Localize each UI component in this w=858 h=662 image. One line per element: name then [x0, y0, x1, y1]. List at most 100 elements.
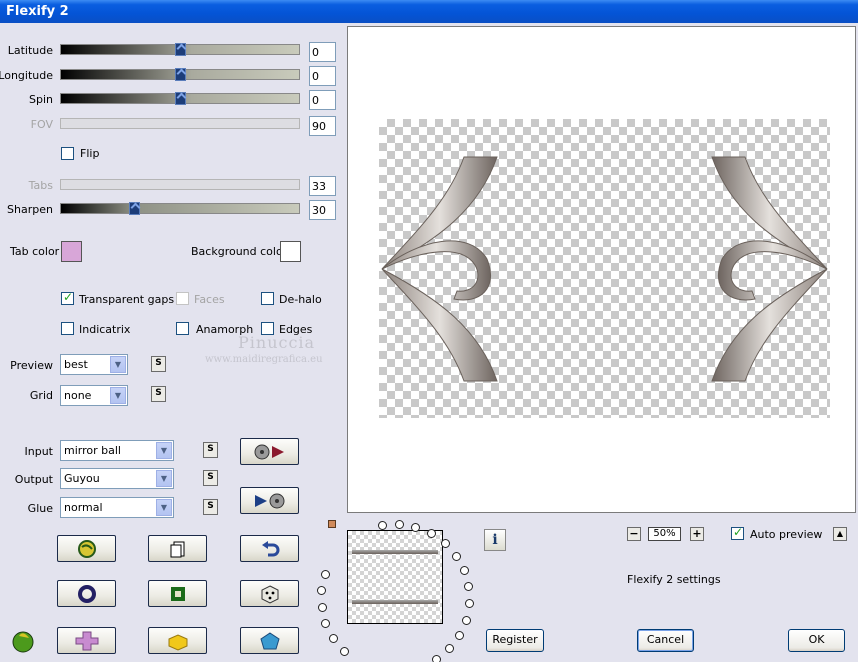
ok-button[interactable]: OK [788, 629, 845, 652]
anamorph-checkbox[interactable] [176, 322, 189, 335]
watermark-url: www.maidiregrafica.eu [205, 354, 323, 365]
output-select[interactable]: Guyou ▼ [60, 468, 174, 489]
glue-value: normal [64, 501, 103, 514]
undo-button[interactable] [240, 535, 299, 562]
plus-shape-icon [75, 631, 98, 650]
tab-color-swatch[interactable] [61, 241, 82, 262]
random-button[interactable] [240, 580, 299, 607]
transparent-gaps-label: Transparent gaps [79, 293, 175, 306]
output-label: Output [14, 473, 53, 486]
thumbnail-navigator[interactable] [347, 530, 443, 624]
sharpen-slider-thumb[interactable] [129, 202, 140, 215]
dial-dot[interactable] [451, 551, 461, 561]
dial-dot[interactable] [440, 539, 450, 548]
dial-dot[interactable] [445, 644, 455, 654]
plus-icon: + [692, 527, 702, 540]
glue-select[interactable]: normal ▼ [60, 497, 174, 518]
spin-label: Spin [29, 93, 53, 106]
background-color-swatch[interactable] [280, 241, 301, 262]
dial-dot[interactable] [321, 569, 331, 579]
de-halo-checkbox[interactable] [261, 292, 274, 305]
latitude-slider-thumb[interactable] [175, 43, 186, 56]
frame-button[interactable] [148, 580, 207, 607]
longitude-field[interactable]: 0 [309, 66, 336, 86]
info-button[interactable]: i [484, 529, 506, 551]
spin-field[interactable]: 0 [309, 90, 336, 110]
latitude-label: Latitude [7, 44, 53, 57]
auto-preview-label: Auto preview [750, 528, 823, 541]
ring-button[interactable] [57, 580, 116, 607]
brick-button[interactable] [148, 627, 207, 654]
longitude-slider-thumb[interactable] [175, 68, 186, 81]
undo-icon [261, 540, 279, 556]
tabs-field[interactable]: 33 [309, 176, 336, 196]
preview-image [379, 119, 830, 418]
indicatrix-label: Indicatrix [79, 323, 131, 336]
globe-button[interactable] [57, 535, 116, 562]
faces-checkbox [176, 292, 189, 305]
title-bar: Flexify 2 [0, 0, 858, 23]
chevron-down-icon: ▼ [110, 387, 126, 404]
transparent-gaps-checkbox[interactable] [61, 290, 74, 305]
dial-dot[interactable] [464, 599, 474, 609]
output-play-button[interactable] [240, 487, 299, 514]
fov-slider [60, 118, 300, 129]
dial-dot[interactable] [459, 566, 469, 576]
tabs-slider [60, 179, 300, 190]
zoom-in-button[interactable]: + [690, 527, 704, 541]
dial-dot[interactable] [328, 634, 338, 644]
window-title: Flexify 2 [6, 4, 69, 19]
preview-quality-value: best [64, 358, 88, 371]
sharpen-slider[interactable] [60, 202, 300, 215]
flip-checkbox[interactable] [61, 147, 74, 160]
glue-s-button[interactable]: S [203, 499, 218, 515]
longitude-slider[interactable] [60, 68, 300, 81]
flexified-image [381, 156, 828, 382]
minus-icon: − [629, 527, 639, 540]
sharpen-field[interactable]: 30 [309, 200, 336, 220]
preview-quality-select[interactable]: best ▼ [60, 354, 128, 375]
indicatrix-checkbox[interactable] [61, 322, 74, 335]
output-s-button[interactable]: S [203, 470, 218, 486]
dial-dot[interactable] [432, 655, 442, 662]
dial-dot[interactable] [464, 582, 474, 592]
thumbnail-stripe-bottom [352, 600, 438, 604]
pentagon-icon [259, 631, 280, 649]
register-button[interactable]: Register [486, 629, 544, 652]
collapse-button[interactable]: ▲ [833, 527, 847, 541]
dial-dot[interactable] [461, 615, 471, 625]
fov-field[interactable]: 90 [309, 116, 336, 136]
input-s-button[interactable]: S [203, 442, 218, 458]
grid-select[interactable]: none ▼ [60, 385, 128, 406]
de-halo-label: De-halo [279, 293, 322, 306]
longitude-label: Longitude [0, 69, 53, 82]
dial-dot[interactable] [378, 521, 388, 531]
copy-button[interactable] [148, 535, 207, 562]
dial-handle[interactable] [328, 520, 336, 528]
input-play-button[interactable] [240, 438, 299, 465]
dial-dot[interactable] [317, 586, 327, 596]
pentagon-button[interactable] [240, 627, 299, 654]
plus-button[interactable] [57, 627, 116, 654]
dial-dot[interactable] [394, 520, 404, 530]
input-select[interactable]: mirror ball ▼ [60, 440, 174, 461]
spin-slider-thumb[interactable] [175, 92, 186, 105]
dial-dot[interactable] [455, 631, 465, 640]
latitude-slider[interactable] [60, 43, 300, 56]
dial-dot[interactable] [321, 619, 331, 629]
globe-icon [77, 539, 96, 558]
dial-dot[interactable] [339, 647, 349, 657]
grid-s-button[interactable]: S [151, 386, 166, 402]
dial-dot[interactable] [317, 603, 327, 613]
auto-preview-checkbox[interactable] [731, 525, 744, 540]
cancel-button[interactable]: Cancel [637, 629, 694, 652]
fov-label: FOV [30, 118, 53, 131]
glue-label: Glue [27, 502, 53, 515]
latitude-field[interactable]: 0 [309, 42, 336, 62]
chevron-down-icon: ▼ [156, 499, 172, 516]
chevron-down-icon: ▼ [156, 470, 172, 487]
spin-slider[interactable] [60, 92, 300, 105]
preview-s-button[interactable]: S [151, 356, 166, 372]
zoom-out-button[interactable]: − [627, 527, 641, 541]
thumbnail-stripe-top [352, 550, 438, 554]
